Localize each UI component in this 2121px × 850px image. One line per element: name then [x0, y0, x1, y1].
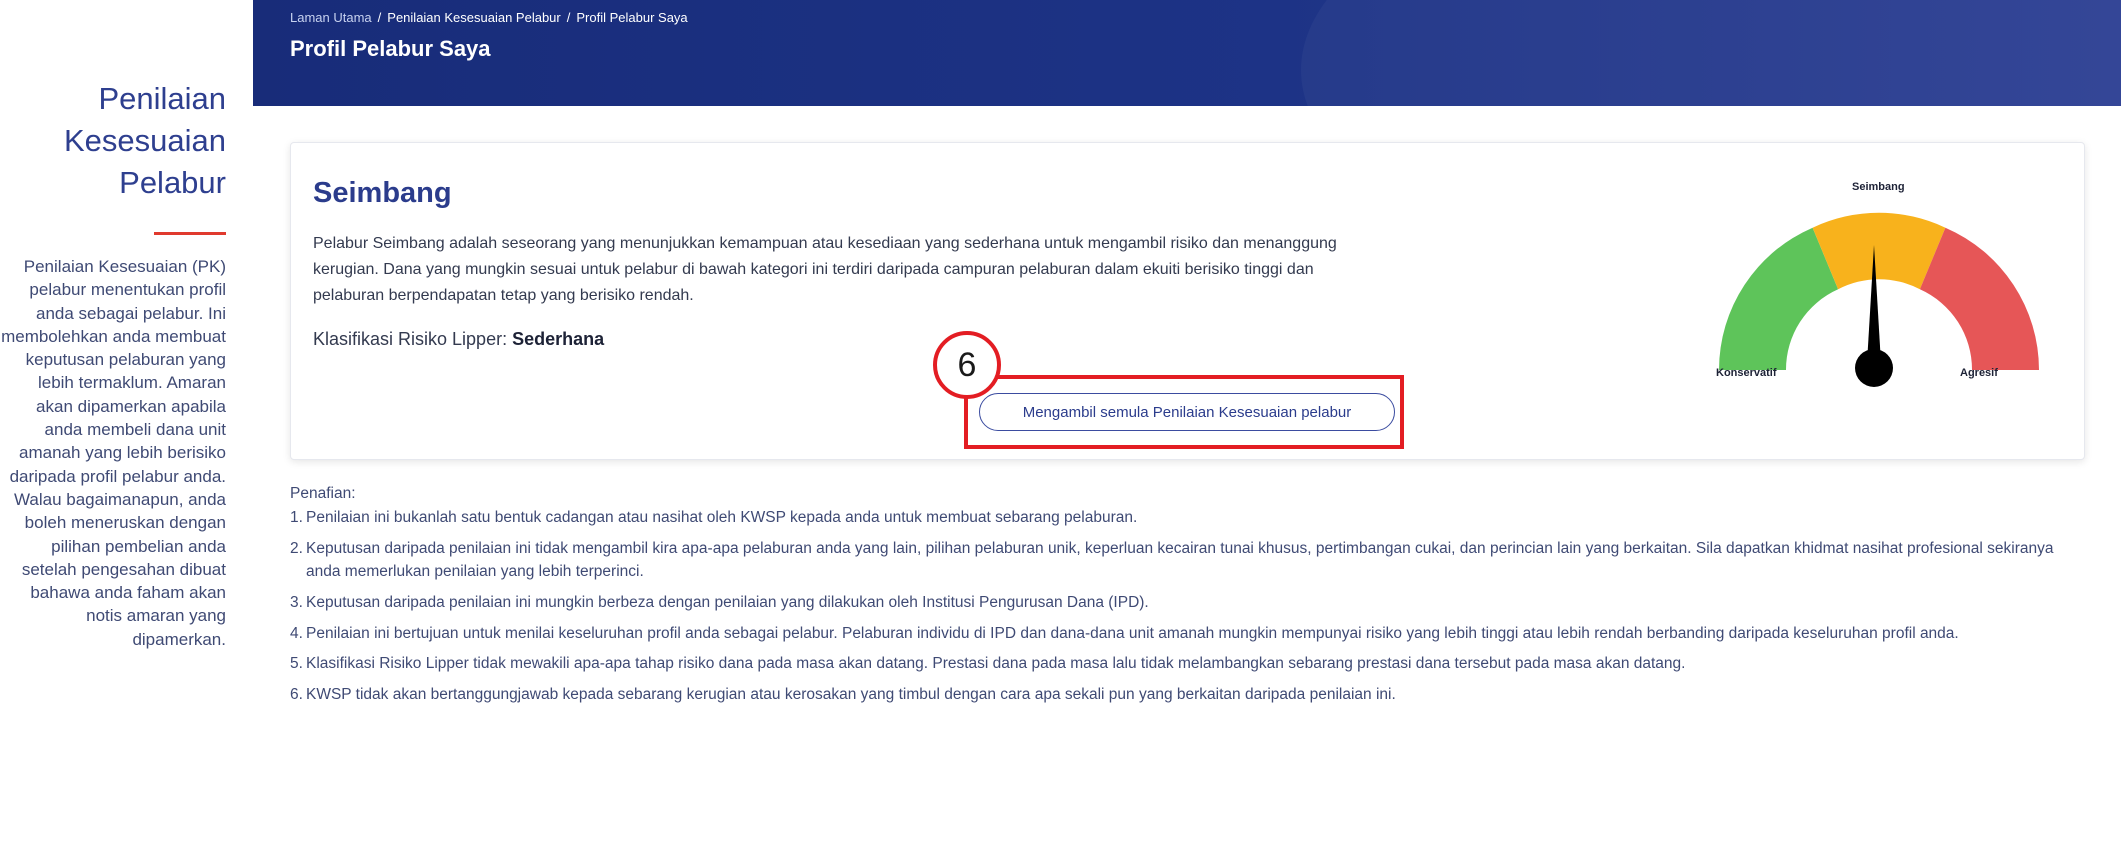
breadcrumb-assessment-link[interactable]: Penilaian Kesesuaian Pelabur [387, 10, 560, 25]
gauge-label-aggressive: Agresif [1960, 367, 1998, 379]
disclaimer-item: 3. Keputusan daripada penilaian ini mungk… [290, 593, 1149, 611]
step-number-badge: 6 [933, 331, 1001, 399]
breadcrumb-current: Profil Pelabur Saya [576, 10, 688, 25]
disclaimer: Penafian: 1. Penilaian ini bukanlah satu … [290, 482, 2090, 714]
gauge-segment-aggressive [1919, 227, 2039, 370]
breadcrumb-separator: / [377, 10, 382, 25]
risk-classification: Klasifikasi Risiko Lipper: Sederhana [313, 329, 604, 350]
disclaimer-item: 5. Klasifikasi Risiko Lipper tidak mewaki… [290, 655, 1686, 673]
breadcrumb-home-link[interactable]: Laman Utama [290, 10, 372, 25]
disclaimer-item-text: Klasifikasi Risiko Lipper tidak mewakili… [306, 655, 1686, 673]
page-header: Laman Utama / Penilaian Kesesuaian Pelab… [253, 0, 2121, 106]
sidebar-description: Penilaian Kesesuaian (PK) pelabur menent… [1, 257, 226, 649]
risk-classification-label: Klasifikasi Risiko Lipper: [313, 329, 513, 349]
sidebar-divider [154, 232, 226, 235]
gauge-needle-hub [1855, 349, 1893, 387]
gauge-segment-conservative [1719, 227, 1839, 370]
breadcrumb: Laman Utama / Penilaian Kesesuaian Pelab… [290, 10, 688, 25]
profile-description: Pelabur Seimbang adalah seseorang yang m… [313, 235, 1337, 304]
profile-name: Seimbang [313, 177, 452, 209]
disclaimer-item-text: Keputusan daripada penilaian ini mungkin… [306, 593, 1149, 611]
disclaimer-item: 1. Penilaian ini bukanlah satu bentuk cad… [290, 509, 1138, 527]
page-title: Profil Pelabur Saya [290, 36, 491, 61]
breadcrumb-separator: / [566, 10, 571, 25]
disclaimer-item: 6. KWSP tidak akan bertanggungjawab kepad… [290, 685, 1396, 703]
disclaimer-item-text: Penilaian ini bukanlah satu bentuk cadan… [306, 509, 1138, 527]
investor-profile-card: Seimbang Pelabur Seimbang adalah seseora… [290, 142, 2085, 460]
gauge-label-balanced: Seimbang [1852, 181, 1905, 193]
risk-gauge: Seimbang Konservatif Agresif [1709, 165, 2049, 405]
sidebar-title: Penilaian Kesesuaian Pelabur [63, 81, 226, 200]
risk-classification-value: Sederhana [512, 329, 605, 349]
disclaimer-item-text: KWSP tidak akan bertanggungjawab kepada … [306, 685, 1396, 703]
disclaimer-item-text: Keputusan daripada penilaian ini tidak m… [306, 539, 2054, 581]
gauge-label-conservative: Konservatif [1716, 367, 1777, 379]
disclaimer-item-text: Penilaian ini bertujuan untuk menilai ke… [306, 624, 1959, 642]
retake-assessment-button[interactable]: Mengambil semula Penilaian Kesesuaian pe… [979, 393, 1395, 431]
page: Penilaian Kesesuaian Pelabur Penilaian K… [0, 0, 2121, 850]
disclaimer-title: Penafian: [290, 485, 356, 502]
disclaimer-item: 4. Penilaian ini bertujuan untuk menilai … [290, 624, 1959, 642]
disclaimer-item: 2. Keputusan daripada penilaian ini tidak… [290, 539, 2054, 581]
sidebar: Penilaian Kesesuaian Pelabur Penilaian K… [0, 0, 226, 850]
disclaimer-list: 1. Penilaian ini bukanlah satu bentuk cad… [290, 506, 2090, 706]
